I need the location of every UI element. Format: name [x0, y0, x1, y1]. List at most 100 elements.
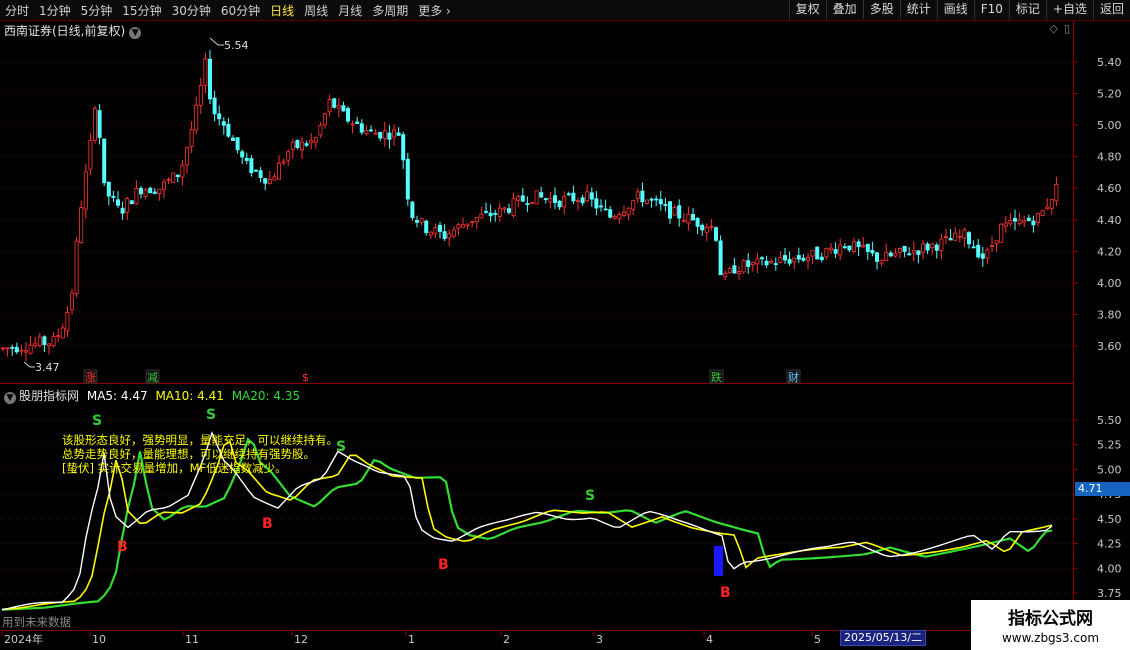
kline-chart[interactable]: 5.54 3.47 5.40 5.20 5.00 4.80 4.60 4.40 4.20 4.0…	[0, 0, 1130, 650]
candle-body	[166, 179, 171, 182]
candle-body	[994, 240, 999, 244]
candle-body	[691, 214, 696, 221]
candle-body	[557, 200, 562, 208]
candle-body	[359, 123, 364, 133]
chevron-down-icon[interactable]: ▼	[4, 392, 16, 404]
candle-body	[253, 169, 258, 172]
ma20-label: MA20: 4.35	[231, 389, 301, 403]
candle-body	[258, 170, 263, 178]
candle-body	[1003, 222, 1008, 227]
event-marker: 涨	[85, 371, 96, 384]
candle-body	[318, 124, 323, 136]
indicator-name[interactable]: 股朋指标网	[19, 389, 79, 403]
candle-body	[401, 134, 406, 161]
message-line: 该股形态良好，强势明显，量能充足，可以继续持有。	[62, 433, 338, 447]
signal-label: B	[720, 585, 731, 601]
time-label: 11	[185, 633, 199, 646]
candle-body	[1017, 219, 1022, 225]
indicator-tick-label: 5.50	[1097, 414, 1122, 427]
candle-body	[465, 223, 470, 226]
candle-body	[0, 347, 6, 350]
candle-body	[783, 255, 788, 261]
candle-body	[148, 187, 153, 194]
candle-body	[1031, 220, 1036, 226]
candle-body	[792, 257, 797, 263]
candle-body	[511, 198, 516, 216]
price-tick-label: 4.60	[1097, 182, 1122, 195]
candle-body	[672, 207, 677, 216]
candle-body	[612, 216, 617, 219]
price-tick-label: 3.80	[1097, 308, 1122, 321]
candle-body	[773, 263, 778, 265]
candle-body	[309, 140, 314, 144]
candle-body	[654, 198, 659, 201]
candle-body	[102, 138, 107, 184]
candle-body	[70, 292, 75, 310]
candle-body	[382, 130, 387, 139]
candle-body	[640, 190, 645, 203]
candle-body	[479, 213, 484, 219]
candle-body	[534, 190, 539, 205]
candle-body	[447, 233, 452, 239]
candle-body	[553, 195, 558, 203]
candle-body	[33, 342, 38, 346]
candle-body	[161, 181, 166, 191]
candle-body	[368, 129, 373, 132]
time-label: 2024年	[4, 632, 43, 646]
candle-body	[387, 132, 392, 140]
candle-body	[83, 171, 88, 210]
candle-body	[129, 200, 134, 205]
candle-body	[838, 244, 843, 256]
candle-body	[852, 241, 857, 252]
candle-body	[626, 207, 631, 216]
candle-body	[778, 257, 783, 263]
candle-body	[930, 243, 935, 249]
candle-body	[695, 218, 700, 227]
candle-body	[198, 85, 203, 106]
candle-body	[760, 257, 765, 260]
indicator-tick-label: 5.00	[1097, 463, 1122, 476]
event-marker: 减	[147, 371, 158, 384]
candle-body	[833, 249, 838, 254]
candle-body	[746, 260, 751, 267]
candle-body	[953, 232, 958, 241]
candle-body	[97, 110, 102, 138]
candle-body	[902, 245, 907, 252]
candle-body	[819, 256, 824, 261]
candle-body	[714, 227, 719, 241]
candle-body	[47, 343, 52, 347]
candle-body	[483, 210, 488, 213]
candle-body	[493, 213, 498, 215]
price-tick-label: 4.00	[1097, 277, 1122, 290]
future-data-note: 用到未来数据	[2, 615, 71, 629]
price-tick-label: 4.20	[1097, 245, 1122, 258]
current-value-tag: 4.71	[1075, 482, 1130, 496]
indicator-tick-label: 4.50	[1097, 513, 1122, 526]
candle-body	[74, 240, 79, 294]
candle-body	[1045, 206, 1050, 210]
time-label: 5	[814, 633, 821, 646]
candle-body	[171, 172, 176, 183]
candle-body	[267, 179, 272, 184]
time-label: 10	[92, 633, 106, 646]
candle-body	[704, 227, 709, 233]
price-tick-label: 3.60	[1097, 340, 1122, 353]
candle-body	[111, 195, 116, 198]
signal-label: B	[262, 516, 273, 532]
indicator-tick-label: 4.00	[1097, 562, 1122, 575]
candle-body	[681, 220, 686, 223]
candle-body	[668, 201, 673, 219]
candle-body	[116, 199, 121, 206]
candle-body	[847, 245, 852, 251]
candle-body	[424, 220, 429, 234]
candle-body	[474, 216, 479, 223]
candle-body	[65, 312, 70, 332]
candle-body	[184, 147, 189, 166]
event-marker: 财	[788, 370, 799, 384]
candle-body	[907, 253, 912, 256]
candle-body	[235, 137, 240, 151]
candle-body	[861, 245, 866, 248]
candle-body	[37, 336, 42, 346]
candle-body	[175, 174, 180, 178]
candle-body	[460, 224, 465, 228]
